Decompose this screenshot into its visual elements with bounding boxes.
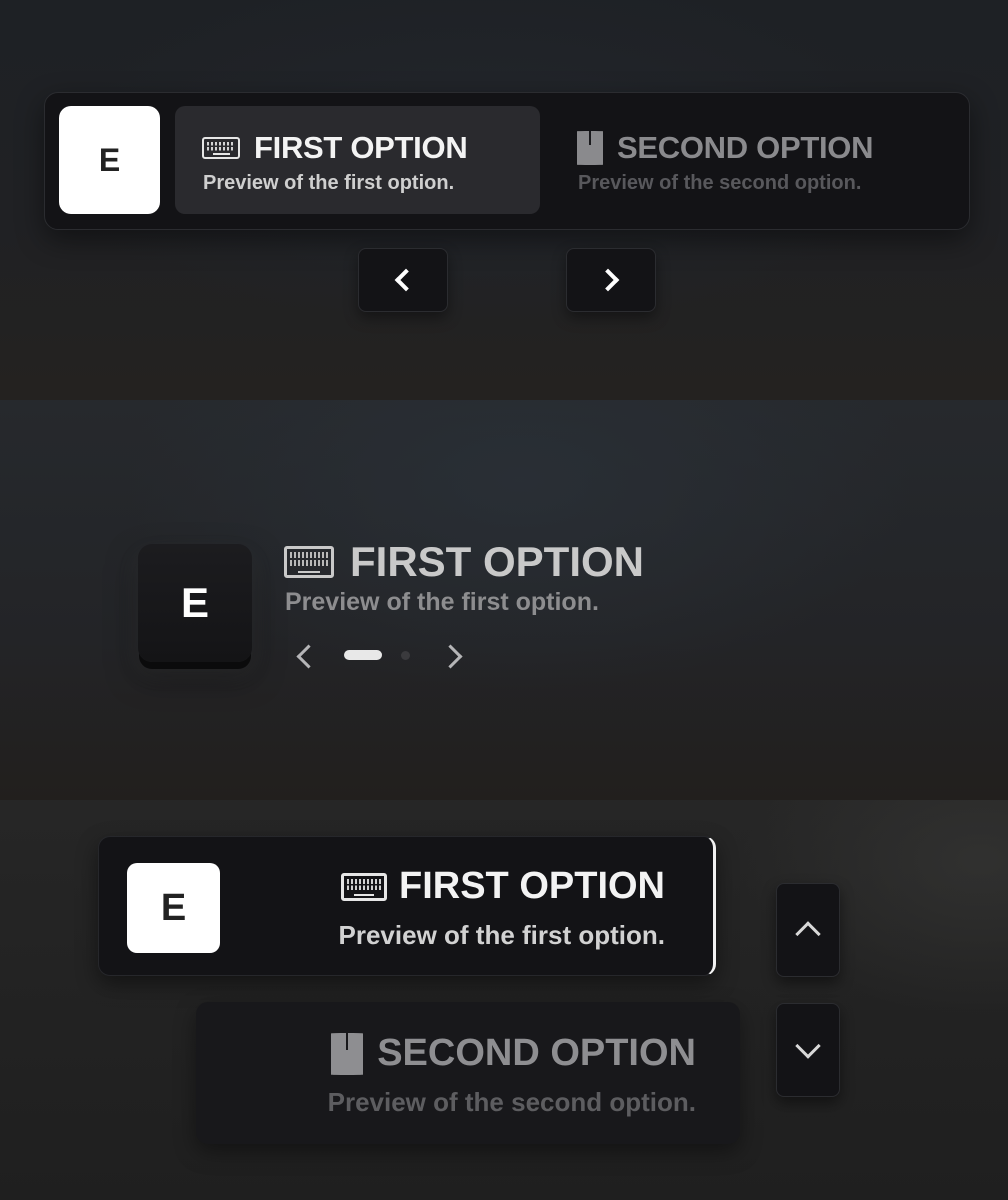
option-subtitle: Preview of the second option. bbox=[578, 172, 862, 194]
key-badge: E bbox=[138, 544, 252, 662]
previous-button[interactable] bbox=[358, 248, 448, 312]
key-badge: E bbox=[127, 863, 220, 953]
chevron-left-icon bbox=[295, 643, 321, 669]
chevron-down-icon bbox=[795, 1033, 821, 1059]
option-subtitle: Preview of the first option. bbox=[203, 172, 455, 194]
key-label: E bbox=[98, 141, 121, 178]
next-button[interactable] bbox=[437, 643, 467, 669]
scroll-up-button[interactable] bbox=[776, 883, 840, 977]
option-title: FIRST OPTION bbox=[254, 130, 468, 165]
keyboard-icon bbox=[202, 137, 240, 159]
option-second[interactable]: SECOND OPTION Preview of the second opti… bbox=[565, 106, 945, 214]
horizontal-selector-panel: E FIRST OPTION Preview of the first opti… bbox=[0, 0, 1008, 400]
chevron-right-icon bbox=[596, 268, 620, 292]
option-subtitle: Preview of the second option. bbox=[327, 1087, 696, 1117]
mouse-icon bbox=[577, 131, 603, 165]
next-button[interactable] bbox=[566, 248, 656, 312]
previous-button[interactable] bbox=[291, 643, 321, 669]
option-subtitle: Preview of the first option. bbox=[285, 588, 599, 616]
option-title-row: SECOND OPTION bbox=[577, 130, 873, 166]
option-first[interactable]: FIRST OPTION Preview of the first option… bbox=[175, 106, 540, 214]
page-indicator-active[interactable] bbox=[344, 650, 382, 660]
chevron-left-icon bbox=[394, 268, 418, 292]
option-second[interactable]: SECOND OPTION Preview of the second opti… bbox=[196, 1002, 740, 1144]
option-subtitle: Preview of the first option. bbox=[338, 920, 665, 950]
option-title-row: FIRST OPTION bbox=[202, 130, 468, 166]
option-title: SECOND OPTION bbox=[617, 130, 874, 165]
page-indicator[interactable] bbox=[401, 651, 410, 660]
compact-prompt-panel: E FIRST OPTION Preview of the first opti… bbox=[0, 400, 1008, 800]
chevron-up-icon bbox=[795, 921, 821, 947]
option-title: SECOND OPTION bbox=[377, 1032, 696, 1074]
key-label: E bbox=[180, 579, 209, 626]
keyboard-icon bbox=[284, 546, 334, 578]
vertical-selector-panel: E FIRST OPTION Preview of the first opti… bbox=[0, 800, 1008, 1200]
option-title: FIRST OPTION bbox=[350, 538, 644, 585]
option-title-row: SECOND OPTION bbox=[331, 1032, 696, 1075]
option-first[interactable]: E FIRST OPTION Preview of the first opti… bbox=[98, 836, 716, 976]
option-bar: E FIRST OPTION Preview of the first opti… bbox=[44, 92, 970, 230]
key-badge: E bbox=[59, 106, 160, 214]
key-label: E bbox=[160, 886, 187, 929]
keyboard-icon bbox=[341, 872, 387, 901]
chevron-right-icon bbox=[437, 643, 463, 669]
scroll-down-button[interactable] bbox=[776, 1003, 840, 1097]
option-title: FIRST OPTION bbox=[399, 865, 665, 907]
option-title-row: FIRST OPTION bbox=[284, 538, 644, 586]
option-title-row: FIRST OPTION bbox=[341, 865, 665, 908]
mouse-icon bbox=[331, 1032, 364, 1075]
